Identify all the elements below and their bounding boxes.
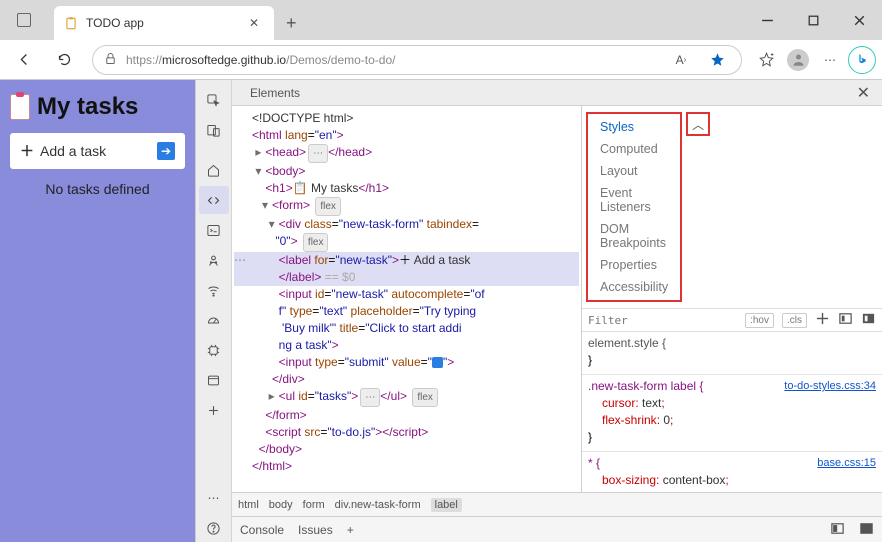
- styles-filter-bar: :hov .cls: [582, 308, 882, 332]
- console-tool-icon[interactable]: [199, 216, 229, 244]
- console-tab[interactable]: Console: [240, 523, 284, 537]
- tab-title: TODO app: [86, 16, 244, 30]
- reader-aa-icon[interactable]: A›: [667, 46, 695, 74]
- source-link[interactable]: to-do-styles.css:34: [784, 378, 876, 395]
- webpage-content: My tasks ＋Add a task ➔ No tasks defined: [0, 80, 195, 542]
- drawer-close-icon[interactable]: [859, 521, 874, 539]
- welcome-tool-icon[interactable]: [199, 156, 229, 184]
- tab-dom-breakpoints[interactable]: DOM Breakpoints: [590, 218, 678, 254]
- devtools-close-button[interactable]: ✕: [845, 83, 882, 103]
- tab-properties[interactable]: Properties: [590, 254, 667, 276]
- address-bar: https://microsoftedge.github.io/Demos/de…: [0, 40, 882, 80]
- maximize-button[interactable]: [790, 0, 836, 40]
- lock-icon: [103, 51, 118, 69]
- devtools: ⋯ Elements ✕ <!DOCTYPE html> <html lang=…: [195, 80, 882, 542]
- add-drawer-tab[interactable]: +: [347, 523, 354, 537]
- application-tool-icon[interactable]: [199, 366, 229, 394]
- add-task-input[interactable]: ＋Add a task ➔: [10, 133, 185, 169]
- minimize-button[interactable]: [744, 0, 790, 40]
- dom-breadcrumbs[interactable]: html body form div.new-task-form label: [232, 492, 882, 516]
- tab-computed[interactable]: Computed: [590, 138, 668, 160]
- collapse-panel-button[interactable]: ︿: [686, 112, 710, 136]
- dom-tree[interactable]: <!DOCTYPE html> <html lang="en"> ▸<head>…: [232, 106, 581, 492]
- window-controls: [744, 0, 882, 40]
- network-tool-icon[interactable]: [199, 276, 229, 304]
- new-rule-icon[interactable]: [815, 311, 830, 329]
- more-tools-icon[interactable]: ⋯: [199, 484, 229, 512]
- refresh-button[interactable]: [46, 44, 82, 76]
- tab-styles[interactable]: Styles: [590, 116, 644, 138]
- styles-tabstrip: Styles Computed Layout Event Listeners D…: [586, 112, 682, 302]
- bing-button[interactable]: [848, 46, 876, 74]
- tab-actions-button[interactable]: [0, 0, 48, 40]
- new-tab-button[interactable]: +: [274, 6, 309, 40]
- devtools-activity-bar: ⋯: [196, 80, 232, 542]
- inspect-element-icon[interactable]: [199, 86, 229, 114]
- add-tool-button[interactable]: [199, 396, 229, 424]
- computed-toggle-icon[interactable]: [838, 311, 853, 329]
- tab-accessibility[interactable]: Accessibility: [590, 276, 678, 298]
- back-button[interactable]: [6, 44, 42, 76]
- hov-toggle[interactable]: :hov: [745, 313, 774, 328]
- close-window-button[interactable]: [836, 0, 882, 40]
- performance-tool-icon[interactable]: [199, 306, 229, 334]
- help-icon[interactable]: [199, 514, 229, 542]
- url-bar[interactable]: https://microsoftedge.github.io/Demos/de…: [92, 45, 742, 75]
- elements-tab[interactable]: Elements: [240, 86, 310, 100]
- styles-filter-input[interactable]: [588, 314, 737, 327]
- profile-avatar[interactable]: [784, 46, 812, 74]
- tab-layout[interactable]: Layout: [590, 160, 648, 182]
- clipboard-icon: [10, 94, 30, 120]
- styles-panel: Styles Computed Layout Event Listeners D…: [581, 106, 882, 492]
- drawer-settings-icon[interactable]: [830, 521, 845, 539]
- css-rules[interactable]: element.style { } .new-task-form label {…: [582, 332, 882, 492]
- sources-tool-icon[interactable]: [199, 246, 229, 274]
- tab-favicon: [64, 16, 78, 30]
- page-heading: My tasks: [10, 93, 185, 121]
- tab-event-listeners[interactable]: Event Listeners: [590, 182, 678, 218]
- more-menu-button[interactable]: ⋯: [816, 46, 844, 74]
- browser-tab[interactable]: TODO app ✕: [54, 6, 274, 40]
- empty-state-text: No tasks defined: [10, 181, 185, 197]
- devtools-tabstrip: Elements ✕: [232, 80, 882, 106]
- collections-icon[interactable]: [752, 46, 780, 74]
- titlebar: TODO app ✕ +: [0, 0, 882, 40]
- source-link[interactable]: base.css:15: [817, 455, 876, 472]
- issues-tab[interactable]: Issues: [298, 523, 333, 537]
- device-toggle-icon[interactable]: [199, 116, 229, 144]
- elements-tool-icon[interactable]: [199, 186, 229, 214]
- memory-tool-icon[interactable]: [199, 336, 229, 364]
- submit-arrow-icon[interactable]: ➔: [157, 142, 175, 160]
- favorite-star-icon[interactable]: [703, 46, 731, 74]
- rendering-icon[interactable]: [861, 311, 876, 329]
- url-text: https://microsoftedge.github.io/Demos/de…: [126, 53, 396, 67]
- cls-toggle[interactable]: .cls: [782, 313, 807, 328]
- tab-close-button[interactable]: ✕: [244, 14, 264, 32]
- drawer-tabstrip: Console Issues +: [232, 516, 882, 542]
